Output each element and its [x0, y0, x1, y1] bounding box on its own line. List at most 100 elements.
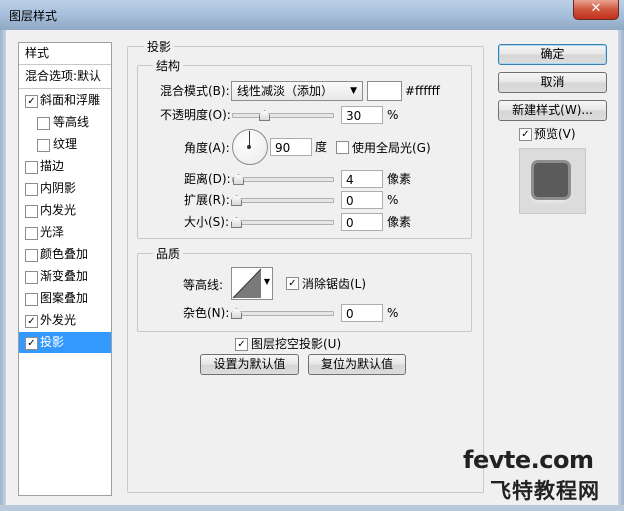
style-item-checkbox[interactable] — [37, 139, 50, 152]
style-item-checkbox[interactable]: ✓ — [25, 315, 38, 328]
style-item-label: 颜色叠加 — [40, 247, 89, 261]
style-item[interactable]: ✓ 斜面和浮雕 — [19, 90, 111, 111]
anti-aliased-label: 消除锯齿(L) — [302, 277, 367, 291]
preview-swatch — [534, 163, 568, 197]
styles-list-header[interactable]: 样式 — [19, 43, 111, 64]
preview-label: 预览(V) — [534, 127, 576, 141]
angle-label: 角度(A): — [184, 141, 230, 155]
preview-checkbox[interactable]: ✓ — [519, 128, 532, 141]
size-label: 大小(S): — [184, 215, 230, 229]
style-item-checkbox[interactable] — [25, 205, 38, 218]
noise-input[interactable]: 0 — [341, 304, 383, 322]
blend-mode-select[interactable]: 线性减淡（添加） ▼ — [231, 81, 363, 101]
blend-mode-label: 混合模式(B): — [160, 84, 230, 98]
drop-shadow-title: 投影 — [144, 38, 175, 55]
style-item[interactable]: 纹理 — [19, 134, 111, 155]
style-item-label: 图案叠加 — [40, 291, 89, 305]
distance-slider[interactable] — [232, 177, 334, 182]
style-item[interactable]: 描边 — [19, 156, 111, 177]
blending-options-label: 混合选项:默认 — [25, 69, 102, 83]
style-item-label: 内阴影 — [40, 181, 77, 195]
layer-knocks-out-label: 图层挖空投影(U) — [251, 337, 342, 351]
style-preview-thumbnail — [519, 148, 586, 214]
style-item[interactable]: 内发光 — [19, 200, 111, 221]
style-item-label: 外发光 — [40, 313, 77, 327]
shadow-color-hex: #ffffff — [405, 84, 440, 98]
contour-picker[interactable]: ▼ — [231, 267, 273, 300]
blend-mode-value: 线性减淡（添加） — [237, 84, 334, 98]
style-item[interactable]: 光泽 — [19, 222, 111, 243]
style-item-checkbox[interactable] — [37, 117, 50, 130]
opacity-slider[interactable] — [232, 113, 334, 118]
styles-header-label: 样式 — [25, 46, 50, 60]
style-item-label: 内发光 — [40, 203, 77, 217]
distance-unit: 像素 — [387, 172, 412, 186]
watermark-site-name: 飞特教程网 — [490, 479, 600, 503]
window-frame-bottom — [0, 505, 624, 511]
style-item[interactable]: 等高线 — [19, 112, 111, 133]
shadow-color-swatch[interactable] — [367, 81, 402, 101]
global-light-checkbox[interactable] — [336, 141, 349, 154]
title-bar[interactable]: 图层样式 — [0, 0, 624, 31]
window-title: 图层样式 — [9, 9, 58, 23]
noise-label: 杂色(N): — [183, 306, 230, 320]
layer-knocks-out-checkbox[interactable]: ✓ — [235, 338, 248, 351]
size-unit: 像素 — [387, 215, 412, 229]
size-input[interactable]: 0 — [341, 213, 383, 231]
distance-input[interactable]: 4 — [341, 170, 383, 188]
structure-title: 结构 — [153, 57, 184, 74]
opacity-unit: % — [387, 108, 399, 122]
angle-unit: 度 — [315, 140, 328, 154]
style-item-checkbox[interactable] — [25, 293, 38, 306]
make-default-button[interactable]: 设置为默认值 — [200, 354, 299, 375]
chevron-down-icon: ▼ — [263, 277, 270, 286]
size-slider[interactable] — [232, 220, 334, 225]
style-item-label: 等高线 — [53, 115, 90, 129]
style-item[interactable]: 内阴影 — [19, 178, 111, 199]
style-item[interactable]: ✓ 外发光 — [19, 310, 111, 331]
style-item-label: 投影 — [40, 335, 65, 349]
style-item-checkbox[interactable] — [25, 227, 38, 240]
close-button[interactable]: ✕ — [573, 0, 619, 20]
style-item[interactable]: 图案叠加 — [19, 288, 111, 309]
chevron-down-icon: ▼ — [350, 86, 357, 96]
reset-default-button[interactable]: 复位为默认值 — [308, 354, 406, 375]
cancel-button[interactable]: 取消 — [498, 72, 607, 93]
new-style-button[interactable]: 新建样式(W)... — [498, 100, 607, 121]
style-item-label: 光泽 — [40, 225, 65, 239]
spread-label: 扩展(R): — [184, 193, 230, 207]
noise-slider[interactable] — [232, 311, 334, 316]
quality-title: 品质 — [153, 245, 184, 262]
style-item[interactable]: 颜色叠加 — [19, 244, 111, 265]
watermark-logo-text: fevte.com — [463, 446, 594, 474]
blending-options-item[interactable]: 混合选项:默认 — [19, 66, 111, 87]
style-item[interactable]: ✓ 投影 — [19, 332, 111, 353]
style-item-checkbox[interactable]: ✓ — [25, 95, 38, 108]
contour-label: 等高线: — [183, 278, 224, 292]
opacity-label: 不透明度(O): — [160, 108, 231, 122]
opacity-input[interactable]: 30 — [341, 106, 383, 124]
ok-button[interactable]: 确定 — [498, 44, 607, 65]
noise-unit: % — [387, 306, 399, 320]
style-item-checkbox[interactable] — [25, 161, 38, 174]
style-item-label: 描边 — [40, 159, 65, 173]
spread-unit: % — [387, 193, 399, 207]
spread-slider[interactable] — [232, 198, 334, 203]
style-item-checkbox[interactable]: ✓ — [25, 337, 38, 350]
angle-dial[interactable] — [232, 129, 268, 165]
angle-input[interactable]: 90 — [270, 138, 312, 156]
styles-list: 样式 混合选项:默认 ✓ 斜面和浮雕 等高线 纹理 描边 内阴影 内发光 光泽 颜色叠加 渐变叠加… — [18, 42, 112, 496]
style-item[interactable]: 渐变叠加 — [19, 266, 111, 287]
global-light-label: 使用全局光(G) — [352, 141, 431, 155]
style-item-label: 斜面和浮雕 — [40, 93, 101, 107]
style-item-checkbox[interactable] — [25, 183, 38, 196]
contour-linear-icon — [232, 268, 262, 299]
distance-label: 距离(D): — [184, 172, 231, 186]
window-frame-right — [618, 30, 624, 511]
anti-aliased-checkbox[interactable]: ✓ — [286, 277, 299, 290]
style-item-checkbox[interactable] — [25, 249, 38, 262]
style-item-checkbox[interactable] — [25, 271, 38, 284]
style-item-label: 纹理 — [53, 137, 78, 151]
spread-input[interactable]: 0 — [341, 191, 383, 209]
style-item-label: 渐变叠加 — [40, 269, 89, 283]
